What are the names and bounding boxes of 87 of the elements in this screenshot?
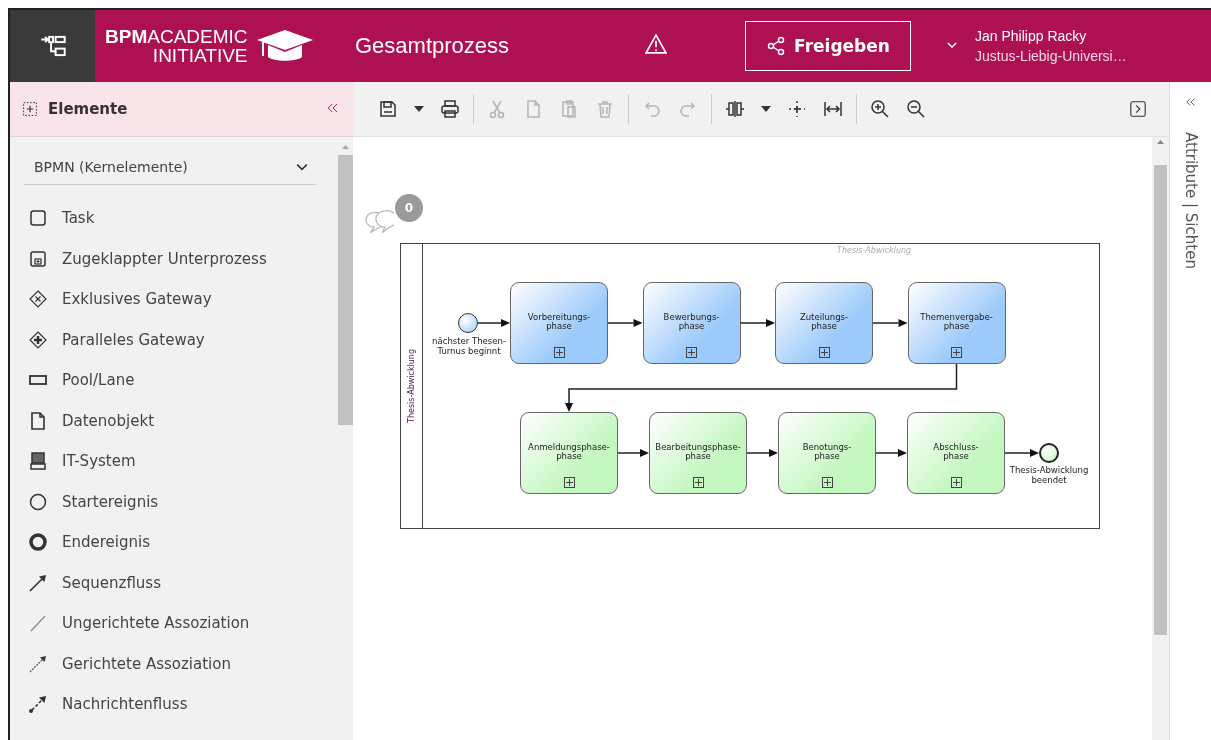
- share-button[interactable]: Freigeben: [745, 21, 911, 71]
- event-label: Thesis-Abwicklung beendet: [1009, 465, 1089, 485]
- task-label: Benotungs- phase: [802, 443, 852, 461]
- task-label: Zuteilungs- phase: [799, 313, 849, 331]
- task-icon: [28, 208, 48, 229]
- share-icon: [766, 36, 787, 56]
- caret-down-icon: [414, 106, 424, 112]
- element-item[interactable]: Zugeklappter Unterprozess: [24, 245, 324, 272]
- grid-icon: [787, 99, 807, 119]
- trash-icon: [595, 99, 615, 119]
- double-chevron-left-icon[interactable]: [1183, 95, 1198, 109]
- expand-marker-icon[interactable]: [553, 347, 565, 358]
- expand-marker-icon[interactable]: [951, 347, 962, 358]
- exclusive-gateway-icon: [28, 289, 48, 310]
- element-item[interactable]: Nachrichtenfluss: [24, 691, 324, 718]
- sequence-flow-arrow: [875, 449, 907, 457]
- sequence-flow-arrow: [617, 449, 649, 457]
- zoom-in-icon: [870, 99, 890, 119]
- scrollbar-thumb[interactable]: [1154, 165, 1167, 635]
- lane-label: Thesis-Abwicklung: [407, 349, 416, 423]
- element-item[interactable]: Startereignis: [24, 488, 324, 515]
- expand-marker-icon[interactable]: [692, 477, 704, 488]
- expand-marker-icon[interactable]: [821, 477, 833, 488]
- caret-down-icon: [761, 106, 771, 112]
- task-label: Bewerbungs- phase: [663, 313, 720, 331]
- document-title: Gesamtprozess: [355, 33, 511, 59]
- logo-text: INITIATIVE: [152, 46, 248, 65]
- user-name: Jan Philipp Racky: [975, 28, 1088, 44]
- sequence-flow-arrow: [1004, 449, 1039, 457]
- palette-dropdown[interactable]: BPMN (Kernelemente): [24, 149, 316, 185]
- expand-marker-icon[interactable]: [563, 477, 575, 488]
- computer-icon: [28, 451, 48, 472]
- arrow-icon: [28, 653, 48, 674]
- sequence-flow-arrow: [739, 319, 775, 327]
- element-item[interactable]: Endereignis: [24, 529, 324, 556]
- expand-marker-icon[interactable]: [950, 477, 962, 488]
- line-icon: [28, 613, 48, 634]
- chevron-right-icon: [1129, 100, 1147, 118]
- element-item[interactable]: Sequenzfluss: [24, 569, 324, 596]
- element-item[interactable]: IT-System: [24, 448, 324, 475]
- task-label: Themenvergabe- phase: [920, 313, 993, 331]
- task-label: Vorbereitungs- phase: [527, 313, 591, 331]
- task-label: Anmeldungsphase- phase: [528, 443, 610, 461]
- printer-icon: [440, 99, 460, 119]
- subprocess-icon: [28, 248, 48, 269]
- align-icon: [725, 99, 745, 119]
- fit-width-icon: [823, 99, 843, 119]
- comment-count: 0: [395, 194, 423, 222]
- user-organization: Justus-Liebig-Universi…: [975, 48, 1127, 64]
- sequence-flow-arrow: [746, 449, 778, 457]
- sequence-flow-arrow: [607, 319, 643, 327]
- parallel-gateway-icon: [28, 329, 48, 350]
- element-item[interactable]: Gerichtete Assoziation: [24, 650, 324, 677]
- panel-title: Elemente: [48, 100, 129, 118]
- save-icon: [378, 99, 398, 119]
- sequence-flow-arrow: [477, 319, 510, 327]
- event-label: nächster Thesen- Turnus beginnt: [432, 336, 506, 356]
- add-element-icon: [22, 101, 38, 117]
- pool-title: Thesis-Abwicklung: [837, 246, 912, 255]
- expand-marker-icon[interactable]: [818, 347, 830, 358]
- redo-icon: [678, 99, 698, 119]
- scrollbar-thumb[interactable]: [338, 155, 353, 425]
- task-label: Abschluss- phase: [933, 443, 979, 461]
- paste-icon: [559, 99, 579, 119]
- logo-text: BPMACADEMIC: [105, 27, 248, 46]
- expand-marker-icon[interactable]: [686, 347, 697, 358]
- sequence-flow-arrow: [872, 319, 908, 327]
- scissors-icon: [487, 99, 507, 119]
- side-panel-title[interactable]: Attribute | Sichten: [1181, 132, 1200, 269]
- task-label: Bearbeitungsphase- phase: [655, 443, 741, 461]
- element-item[interactable]: Pool/Lane: [24, 367, 324, 394]
- end-event-icon: [28, 532, 48, 553]
- undo-icon: [642, 99, 662, 119]
- arrow-icon: [28, 694, 48, 715]
- arrow-icon: [28, 572, 48, 593]
- process-icon: [39, 33, 66, 59]
- element-item[interactable]: Task: [24, 205, 324, 232]
- warning-icon[interactable]: [645, 33, 667, 55]
- element-item[interactable]: Datenobjekt: [24, 407, 324, 434]
- element-item[interactable]: Paralleles Gateway: [24, 326, 324, 353]
- start-event-icon: [28, 491, 48, 512]
- document-icon: [28, 410, 48, 431]
- app-switcher-button[interactable]: [10, 10, 95, 82]
- panel-toggle-button[interactable]: [1129, 100, 1147, 118]
- element-item[interactable]: Ungerichtete Assoziation: [24, 610, 324, 637]
- element-item[interactable]: Exklusives Gateway: [24, 286, 324, 313]
- zoom-out-icon: [906, 99, 926, 119]
